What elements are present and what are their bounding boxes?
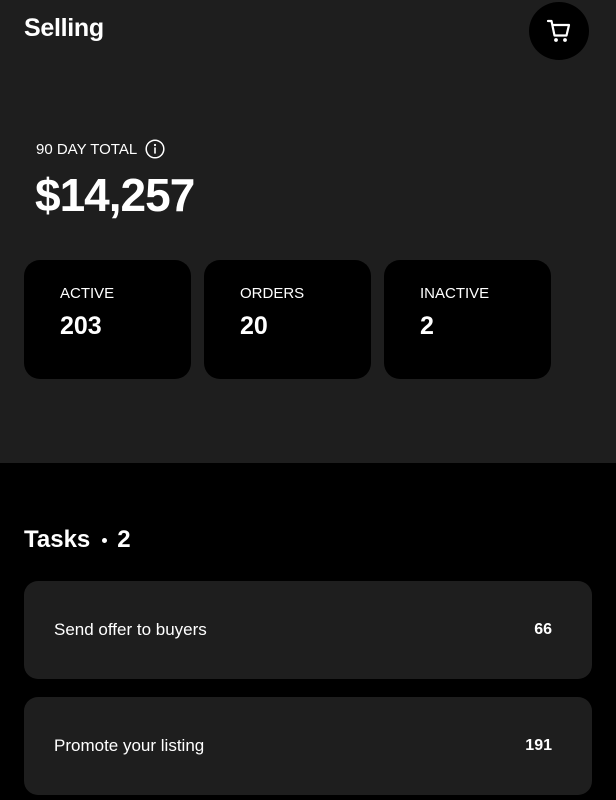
stat-label: ACTIVE [60, 285, 115, 302]
tasks-heading: Tasks 2 [24, 526, 131, 554]
task-count: 191 [525, 737, 552, 754]
cart-button[interactable] [529, 2, 589, 60]
info-icon[interactable] [145, 139, 165, 159]
separator-dot [102, 537, 108, 543]
task-label: Promote your listing [54, 736, 205, 755]
task-count: 66 [534, 621, 552, 638]
page-title: Selling [24, 14, 104, 42]
task-label: Send offer to buyers [54, 620, 207, 639]
summary-section: Selling 90 DAY TOTAL $14,257 ACTIVE 203 … [0, 0, 616, 463]
tasks-title: Tasks [24, 526, 91, 553]
stat-label: INACTIVE [420, 285, 490, 302]
task-item-promote-listing[interactable]: Promote your listing 191 [24, 697, 592, 795]
total-value: $14,257 [35, 169, 195, 221]
stat-card-inactive[interactable]: INACTIVE 2 [384, 260, 551, 379]
total-label-text: 90 DAY TOTAL [36, 140, 138, 158]
stat-value: 20 [240, 312, 268, 340]
stat-card-orders[interactable]: ORDERS 20 [204, 260, 371, 379]
stat-label: ORDERS [240, 285, 305, 302]
stat-card-active[interactable]: ACTIVE 203 [24, 260, 191, 379]
total-label: 90 DAY TOTAL [36, 139, 165, 159]
tasks-count: 2 [117, 526, 131, 553]
shopping-cart-icon [546, 19, 571, 42]
stat-value: 2 [420, 312, 434, 340]
stat-value: 203 [60, 312, 102, 340]
task-item-send-offer[interactable]: Send offer to buyers 66 [24, 581, 592, 679]
